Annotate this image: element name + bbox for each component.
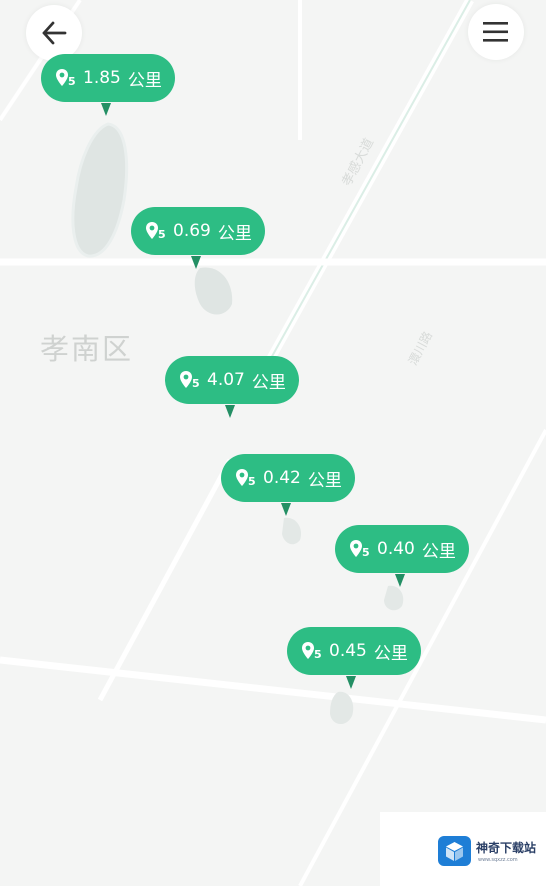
hamburger-menu-icon: [483, 22, 508, 42]
arrow-left-icon: [42, 21, 67, 45]
marker-distance-value: 1.85: [83, 68, 121, 88]
cube-logo-icon: [438, 836, 471, 866]
marker-distance-unit: 公里: [373, 643, 408, 664]
svg-text:5: 5: [68, 75, 76, 88]
marker-distance-unit: 公里: [251, 372, 286, 393]
marker-pointer: [225, 405, 235, 418]
svg-text:5: 5: [158, 228, 166, 241]
pin-5-icon: 5: [179, 370, 201, 390]
marker-distance-unit: 公里: [307, 470, 342, 491]
svg-text:5: 5: [248, 475, 256, 488]
marker-distance-value: 0.40: [377, 539, 415, 559]
watermark-url: www.sqxzz.com: [478, 857, 518, 863]
marker-pointer: [191, 256, 201, 269]
marker-distance-value: 4.07: [207, 370, 245, 390]
district-label: 孝南区: [40, 332, 134, 366]
marker-distance-value: 0.69: [173, 221, 211, 241]
pin-5-icon: 5: [235, 468, 257, 488]
pin-5-icon: 5: [349, 539, 371, 559]
marker-distance-unit: 公里: [127, 70, 162, 91]
marker-pointer: [395, 574, 405, 587]
svg-text:5: 5: [314, 648, 322, 661]
marker-distance-unit: 公里: [421, 541, 456, 562]
marker-distance-value: 0.42: [263, 468, 301, 488]
distance-marker[interactable]: 5 1.85 公里: [41, 54, 175, 102]
watermark: 神奇下载站 www.sqxzz.com: [380, 812, 546, 886]
distance-marker[interactable]: 5 4.07 公里: [165, 356, 299, 404]
distance-marker[interactable]: 5 0.45 公里: [287, 627, 421, 675]
distance-marker[interactable]: 5 0.42 公里: [221, 454, 355, 502]
marker-pointer: [346, 676, 356, 689]
map-canvas[interactable]: [0, 0, 546, 886]
pin-5-icon: 5: [301, 641, 323, 661]
back-button[interactable]: [26, 5, 82, 61]
marker-pointer: [101, 103, 111, 116]
watermark-name: 神奇下载站: [476, 841, 537, 855]
pin-5-icon: 5: [145, 221, 167, 241]
svg-text:5: 5: [362, 546, 370, 559]
marker-pointer: [281, 503, 291, 516]
svg-text:5: 5: [192, 377, 200, 390]
marker-distance-unit: 公里: [217, 223, 252, 244]
menu-button[interactable]: [468, 4, 524, 60]
distance-marker[interactable]: 5 0.69 公里: [131, 207, 265, 255]
pin-5-icon: 5: [55, 68, 77, 88]
distance-marker[interactable]: 5 0.40 公里: [335, 525, 469, 573]
marker-distance-value: 0.45: [329, 641, 367, 661]
